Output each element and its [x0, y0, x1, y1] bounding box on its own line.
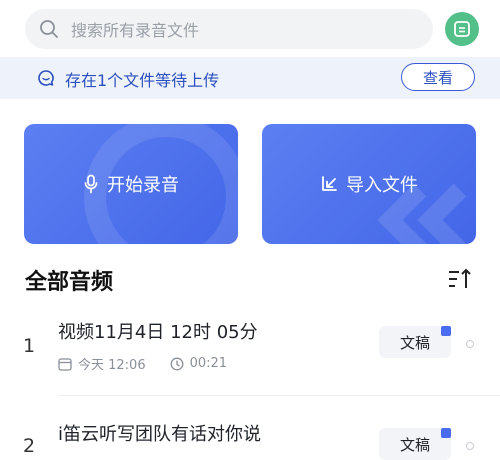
search-bar[interactable]: 搜索所有录音文件	[25, 9, 433, 49]
item-index: 1	[23, 335, 36, 357]
chat-bubble-icon	[38, 70, 54, 86]
import-file-label: 导入文件	[346, 175, 418, 196]
item-date: 今天 12:06	[78, 358, 146, 373]
item-duration: 00:21	[189, 356, 228, 371]
sort-icon[interactable]	[447, 267, 473, 291]
notes-icon	[454, 21, 470, 37]
microphone-icon	[84, 174, 98, 194]
search-input[interactable]: 搜索所有录音文件	[71, 17, 199, 41]
divider	[58, 395, 500, 396]
select-radio[interactable]	[466, 442, 474, 450]
notes-icon-button[interactable]	[445, 12, 479, 46]
section-title: 全部音频	[25, 270, 114, 295]
clock-icon	[170, 357, 184, 370]
item-title: i笛云听写团队有话对你说	[58, 424, 261, 445]
import-file-button[interactable]: 导入文件	[262, 124, 476, 244]
calendar-icon	[58, 357, 72, 371]
list-item[interactable]: 2 i笛云听写团队有话对你说 文稿	[0, 400, 500, 460]
view-button[interactable]: 查看	[401, 63, 475, 91]
upload-notice-banner: 存在1个文件等待上传 查看	[0, 57, 500, 99]
notice-text: 存在1个文件等待上传	[65, 71, 220, 90]
document-ready-badge	[441, 326, 451, 336]
item-index: 2	[23, 435, 36, 457]
start-recording-label: 开始录音	[107, 175, 179, 196]
item-meta: 今天 12:06 00:21	[58, 354, 227, 373]
select-radio[interactable]	[466, 340, 474, 348]
document-ready-badge	[441, 428, 451, 438]
start-recording-button[interactable]: 开始录音	[24, 124, 238, 244]
list-item[interactable]: 1 视频11月4日 12时 05分 今天 12:06 00:21 文稿	[0, 310, 500, 395]
import-icon	[322, 176, 337, 191]
search-icon	[40, 20, 58, 38]
item-title: 视频11月4日 12时 05分	[58, 322, 258, 343]
